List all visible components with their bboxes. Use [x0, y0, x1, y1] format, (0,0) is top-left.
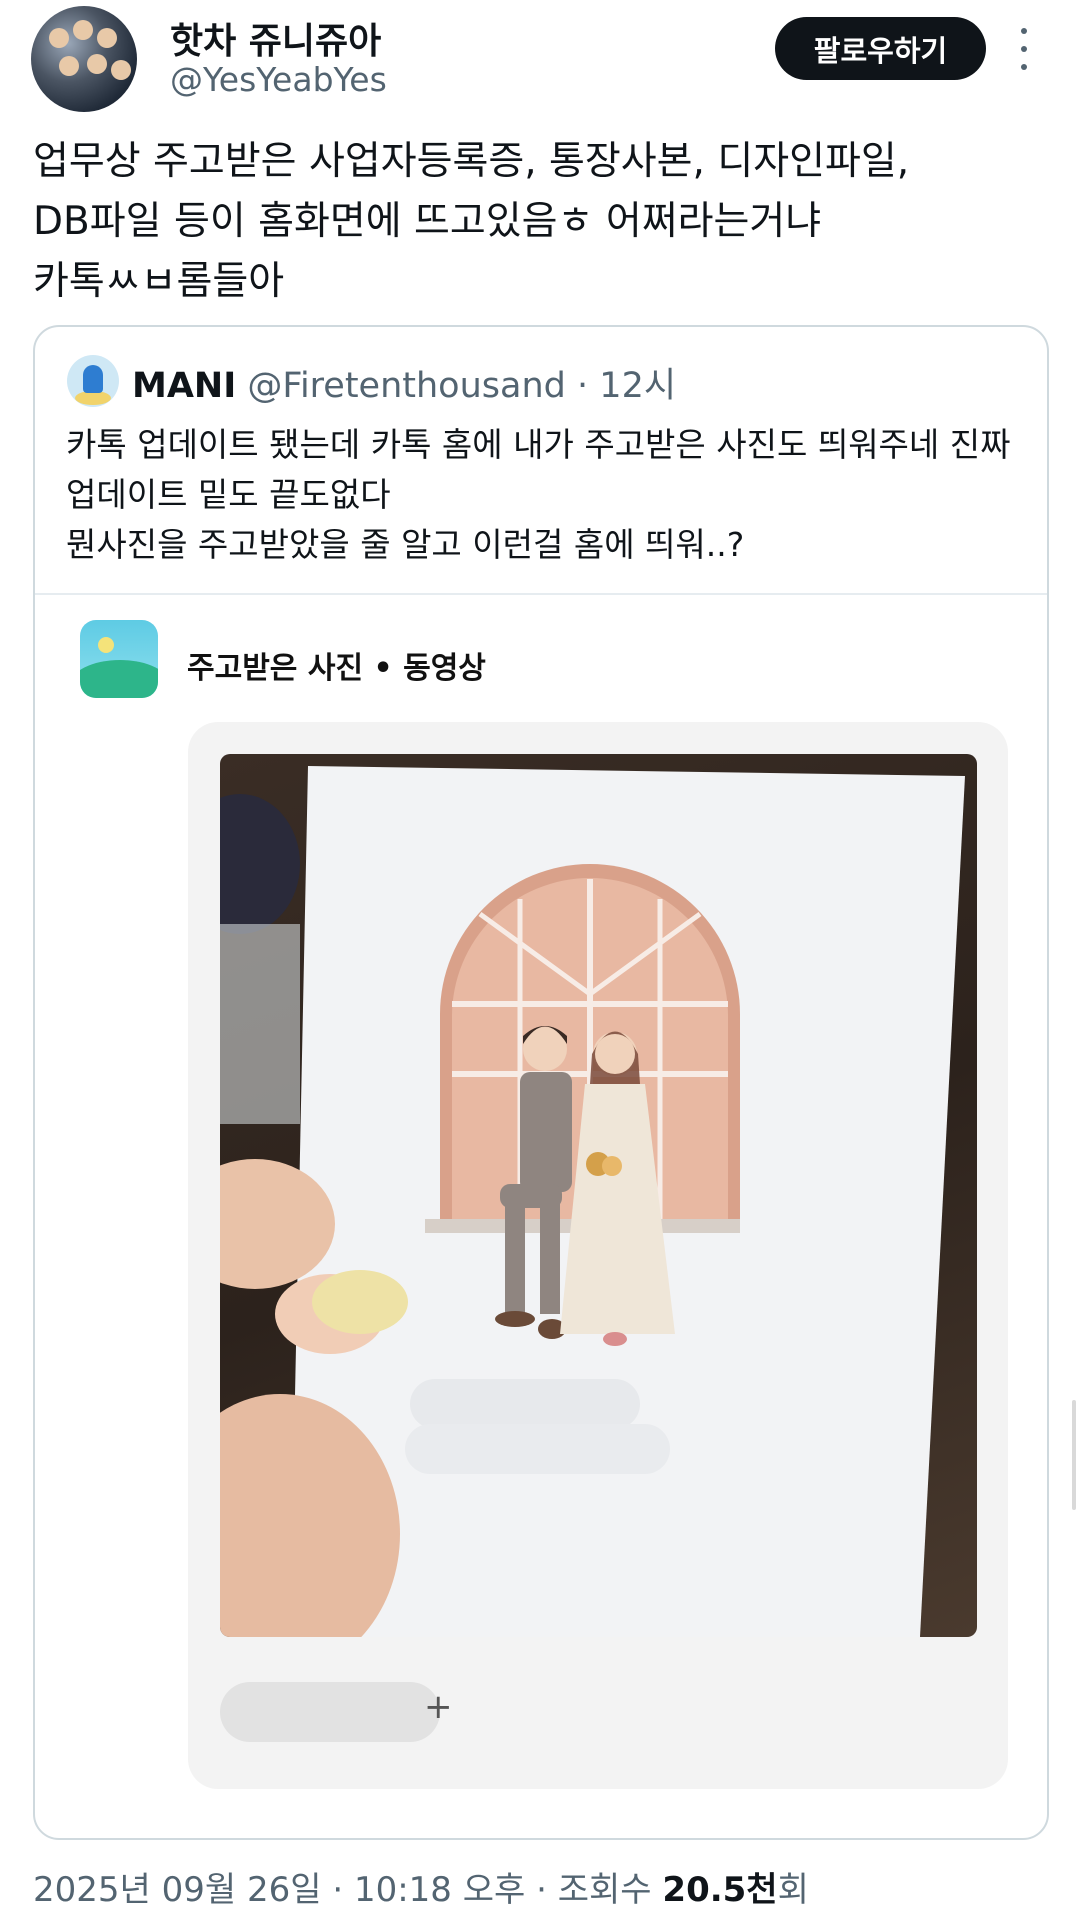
tweet-text: 업무상 주고받은 사업자등록증, 통장사본, 디자인파일, DB파일 등이 홈화… — [33, 139, 910, 304]
follow-button[interactable]: 팔로우하기 — [775, 17, 986, 80]
author-handle[interactable]: @YesYeabYes — [170, 60, 387, 99]
footer-separator: · — [525, 1870, 558, 1910]
tweet-header: 핫차 쥬니쥬아 @YesYeabYes 팔로우하기 — [0, 0, 1079, 120]
post-date[interactable]: 2025년 09월 26일 — [33, 1870, 322, 1910]
tweet-footer: 2025년 09월 26일 · 10:18 오후 · 조회수 20.5천회 — [33, 1862, 809, 1911]
views-label: 조회수 — [557, 1870, 663, 1910]
media-section-title: 주고받은 사진 • 동영상 — [187, 651, 486, 686]
quote-timestamp[interactable]: 12시 — [599, 366, 676, 406]
quote-author-name[interactable]: MANI — [132, 366, 236, 406]
scroll-indicator — [1072, 1400, 1076, 1510]
quote-meta: MANI @Firetenthousand · 12시 — [132, 357, 676, 408]
author-display-name[interactable]: 핫차 쥬니쥬아 — [170, 12, 381, 64]
quote-author-avatar[interactable] — [67, 355, 119, 407]
more-vertical-icon[interactable] — [1010, 28, 1038, 70]
shared-photo-image[interactable] — [220, 754, 977, 1637]
views-count[interactable]: 20.5천 — [662, 1870, 777, 1910]
quote-text: 카톡 업데이트 됐는데 카톡 홈에 내가 주고받은 사진도 띄워주네 진짜 업데… — [66, 425, 1011, 564]
quoted-tweet[interactable]: MANI @Firetenthousand · 12시 카톡 업데이트 됐는데 … — [33, 325, 1049, 1840]
gallery-icon — [80, 620, 158, 698]
plus-icon[interactable]: + — [424, 1687, 453, 1727]
post-time[interactable]: 10:18 오후 — [354, 1870, 525, 1910]
quote-divider — [35, 593, 1047, 595]
quote-author-handle[interactable]: @Firetenthousand — [247, 366, 566, 406]
author-avatar[interactable] — [31, 6, 137, 112]
sender-avatar-blurred[interactable] — [220, 1682, 440, 1742]
views-suffix: 회 — [777, 1870, 809, 1910]
quote-separator: · — [577, 366, 589, 406]
shared-photo-card[interactable]: + — [188, 722, 1008, 1789]
footer-separator: · — [321, 1870, 354, 1910]
